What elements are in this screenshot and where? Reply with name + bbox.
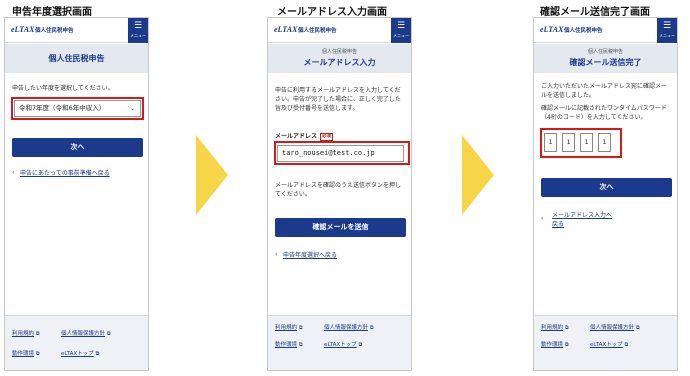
external-link-icon: ⧉ (358, 342, 363, 348)
phone-screen-mail-sent: eLTAX 個人住民税申告 ☰ メニュー 個人住民税申告 確認メール送信完了 ご… (533, 17, 678, 371)
otp-digit-input[interactable]: 1 (580, 133, 593, 152)
required-badge: 必須 (320, 132, 334, 141)
footer-env-label: 動作環境 (275, 342, 298, 348)
eltax-logo[interactable]: eLTAX (274, 25, 297, 34)
year-select[interactable]: 令和7年度（令和6年中収入） ⌄ (14, 100, 141, 117)
caption-mail-sent: 確認メール送信完了画面 (540, 7, 650, 18)
flow-arrow-icon (462, 135, 494, 215)
menu-label: メニュー (130, 33, 146, 38)
back-link-preparation[interactable]: 申告にあたっての事前準備へ戻る (20, 169, 110, 178)
logo-subtitle: 個人住民税申告 (35, 28, 74, 34)
footer-top-label: eLTAXトップ (590, 342, 623, 348)
chevron-left-icon: ‹ (275, 251, 278, 258)
footer-terms-label: 利用規約 (275, 325, 298, 331)
footer-terms-label: 利用規約 (541, 325, 564, 331)
footer: 利用規約 ⧉ 個人情報保護方針 ⧉ 動作環境 ⧉ eLTAXトップ ⧉ (268, 315, 411, 370)
footer-privacy-link[interactable]: 個人情報保護方針 ⧉ (61, 329, 111, 337)
otp-digit-input[interactable]: 1 (598, 133, 611, 152)
footer-terms-link[interactable]: 利用規約 ⧉ (541, 323, 569, 331)
footer-top-label: eLTAXトップ (61, 351, 94, 357)
menu-button[interactable]: ☰ メニュー (128, 18, 148, 43)
menu-button[interactable]: ☰ メニュー (657, 18, 677, 43)
external-link-icon: ⧉ (95, 351, 100, 357)
external-link-icon: ⧉ (624, 342, 629, 348)
footer-terms-label: 利用規約 (12, 331, 35, 337)
external-link-icon: ⧉ (636, 325, 640, 331)
page-title: 確認メール送信完了 (569, 58, 642, 67)
external-link-icon: ⧉ (107, 331, 111, 337)
footer-env-label: 動作環境 (541, 342, 564, 348)
back-link-email-input[interactable]: メールアドレス入力へ戻る (552, 211, 612, 229)
year-select-value: 令和7年度（令和6年中収入） (19, 104, 106, 112)
email-label-text: メールアドレス (275, 133, 318, 140)
page-subtitle: 個人住民税申告 (321, 49, 357, 55)
page-subtitle: 個人住民税申告 (587, 49, 623, 55)
next-button[interactable]: 次へ (12, 138, 143, 157)
external-link-icon: ⧉ (299, 325, 303, 331)
otp-digit-input[interactable]: 1 (544, 133, 557, 152)
footer: 利用規約 ⧉ 個人情報保護方針 ⧉ 動作環境 ⧉ eLTAXトップ ⧉ (534, 315, 677, 370)
app-header: eLTAX 個人住民税申告 ☰ メニュー (268, 18, 411, 43)
external-link-icon: ⧉ (565, 325, 569, 331)
footer-env-link[interactable]: 動作環境 ⧉ (541, 340, 569, 348)
logo-subtitle: 個人住民税申告 (564, 28, 603, 34)
sent-description: ご入力いただいたメールアドレス宛に確認メールを送信しました。 (541, 83, 668, 99)
footer-terms-link[interactable]: 利用規約 ⧉ (12, 329, 40, 337)
footer-privacy-link[interactable]: 個人情報保護方針 ⧉ (590, 323, 640, 331)
page-title: メールアドレス入力 (303, 58, 376, 67)
year-instruction: 申告したい年度を選択してください。 (12, 85, 114, 92)
email-note: メールアドレスを確認のうえ送信ボタンを押してください。 (275, 182, 402, 198)
footer-privacy-link[interactable]: 個人情報保護方針 ⧉ (324, 323, 374, 331)
footer-env-label: 動作環境 (12, 351, 35, 357)
footer-top-link[interactable]: eLTAXトップ ⧉ (590, 340, 628, 348)
footer-privacy-label: 個人情報保護方針 (61, 331, 106, 337)
eltax-logo[interactable]: eLTAX (540, 25, 563, 34)
title-band: 個人住民税申告 確認メール送信完了 (534, 44, 677, 73)
app-header: eLTAX 個人住民税申告 ☰ メニュー (534, 18, 677, 43)
external-link-icon: ⧉ (370, 325, 374, 331)
menu-label: メニュー (659, 33, 675, 38)
app-header: eLTAX 個人住民税申告 ☰ メニュー (5, 18, 148, 43)
send-confirmation-button[interactable]: 確認メールを送信 (275, 218, 406, 237)
hamburger-icon: ☰ (396, 21, 406, 31)
otp-instruction: 確認メールに記載されたワンタイムパスワード（4桁のコード）を入力してください。 (541, 105, 667, 121)
footer: 利用規約 ⧉ 個人情報保護方針 ⧉ 動作環境 ⧉ eLTAXトップ ⧉ (5, 315, 148, 370)
external-link-icon: ⧉ (36, 331, 40, 337)
caption-email-input: メールアドレス入力画面 (277, 7, 387, 18)
footer-env-link[interactable]: 動作環境 ⧉ (275, 340, 303, 348)
title-band: 個人住民税申告 (5, 44, 148, 73)
logo-subtitle: 個人住民税申告 (298, 28, 337, 34)
flow-arrow-icon (196, 135, 228, 215)
title-band: 個人住民税申告 メールアドレス入力 (268, 44, 411, 73)
otp-digit-input[interactable]: 1 (562, 133, 575, 152)
external-link-icon: ⧉ (299, 342, 303, 348)
hamburger-icon: ☰ (662, 21, 672, 31)
email-field[interactable]: taro_nousei@test.co.jp (277, 145, 404, 162)
phone-screen-email-input: eLTAX 個人住民税申告 ☰ メニュー 個人住民税申告 メールアドレス入力 申… (267, 17, 412, 371)
caption-year-select: 申告年度選択画面 (12, 7, 92, 18)
external-link-icon: ⧉ (565, 342, 569, 348)
next-button[interactable]: 次へ (541, 178, 672, 197)
page-title: 個人住民税申告 (48, 54, 105, 63)
footer-privacy-label: 個人情報保護方針 (590, 325, 635, 331)
chevron-down-icon: ⌄ (129, 105, 135, 112)
eltax-logo[interactable]: eLTAX (11, 25, 34, 34)
email-label: メールアドレス 必須 (275, 131, 334, 141)
footer-privacy-label: 個人情報保護方針 (324, 325, 369, 331)
chevron-left-icon: ‹ (541, 215, 544, 222)
footer-terms-link[interactable]: 利用規約 ⧉ (275, 323, 303, 331)
footer-top-link[interactable]: eLTAXトップ ⧉ (324, 340, 362, 348)
footer-top-label: eLTAXトップ (324, 342, 357, 348)
hamburger-icon: ☰ (133, 21, 143, 31)
footer-top-link[interactable]: eLTAXトップ ⧉ (61, 349, 99, 357)
external-link-icon: ⧉ (36, 351, 40, 357)
email-description: 申告に利用するメールアドレスを入力してください。申告が完了した場合に、正しく完了… (275, 87, 401, 112)
phone-screen-year-select: eLTAX 個人住民税申告 ☰ メニュー 個人住民税申告 申告したい年度を選択し… (4, 17, 149, 371)
chevron-left-icon: ‹ (12, 169, 15, 176)
footer-env-link[interactable]: 動作環境 ⧉ (12, 349, 40, 357)
menu-label: メニュー (393, 33, 409, 38)
menu-button[interactable]: ☰ メニュー (391, 18, 411, 43)
back-link-year-select[interactable]: 申告年度選択へ戻る (283, 251, 337, 260)
